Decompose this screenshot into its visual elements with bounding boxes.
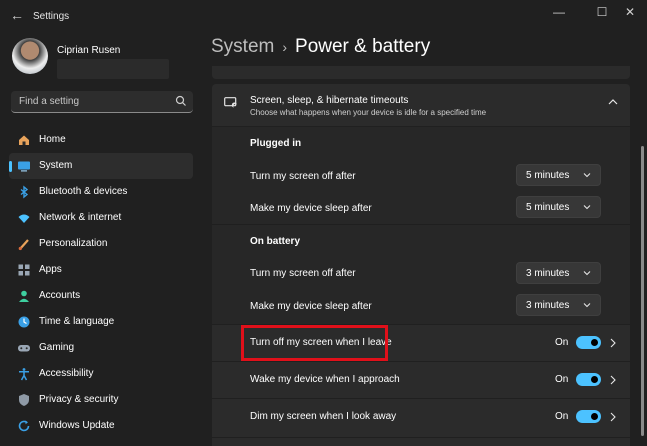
- update-icon: [18, 420, 30, 432]
- search-input[interactable]: Find a setting: [11, 91, 193, 113]
- sidebar-item-gaming[interactable]: Gaming: [9, 335, 193, 361]
- dropdown-value: 3 minutes: [526, 268, 570, 279]
- apps-icon: [18, 264, 30, 276]
- sidebar-item-label: Gaming: [39, 342, 75, 353]
- sidebar-item-apps[interactable]: Apps: [9, 257, 193, 283]
- chevron-down-icon: [583, 303, 591, 308]
- chevron-up-icon[interactable]: [608, 98, 618, 106]
- bluetooth-icon: [20, 185, 29, 199]
- battery-sleep-dropdown[interactable]: 3 minutes: [516, 294, 601, 316]
- brush-icon: [18, 239, 29, 251]
- sidebar-item-label: Home: [39, 134, 66, 145]
- toggle-knob: [591, 376, 598, 383]
- sidebar-item-home[interactable]: Home: [9, 127, 193, 153]
- search-placeholder: Find a setting: [19, 96, 80, 107]
- plugged-sleep-label: Make my device sleep after: [250, 203, 372, 214]
- plugged-screen-off-dropdown[interactable]: 5 minutes: [516, 164, 601, 186]
- window-title: Settings: [33, 11, 70, 22]
- plugged-in-heading: Plugged in: [250, 138, 302, 149]
- toggle-state: On: [555, 374, 569, 385]
- close-button[interactable]: ✕: [617, 4, 643, 20]
- battery-screen-off-label: Turn my screen off after: [250, 268, 356, 279]
- accounts-icon: [19, 290, 29, 302]
- chevron-right-icon[interactable]: [610, 375, 616, 385]
- sidebar-item-label: Time & language: [39, 316, 115, 327]
- settings-content: Screen, sleep, & hibernate timeouts Choo…: [212, 66, 630, 446]
- sidebar-item-label: Personalization: [39, 238, 108, 249]
- accessibility-icon: [19, 368, 29, 381]
- screen-off-toggle[interactable]: [576, 336, 601, 349]
- plugged-screen-off-label: Turn my screen off after: [250, 171, 356, 182]
- dropdown-value: 3 minutes: [526, 300, 570, 311]
- user-name: Ciprian Rusen: [57, 45, 121, 56]
- divider: [212, 224, 630, 225]
- breadcrumb-parent[interactable]: System: [211, 36, 274, 57]
- section-header[interactable]: Screen, sleep, & hibernate timeouts Choo…: [212, 84, 630, 126]
- sidebar-item-label: Apps: [39, 264, 62, 275]
- dropdown-value: 5 minutes: [526, 202, 570, 213]
- sidebar-item-label: Accounts: [39, 290, 81, 301]
- wifi-icon: [18, 214, 30, 223]
- sidebar-nav: Home System Bluetooth & devices Network …: [9, 127, 193, 439]
- page-title: Power & battery: [295, 36, 431, 57]
- gamepad-icon: [18, 345, 30, 352]
- breadcrumb-separator: ›: [282, 39, 288, 55]
- sidebar-item-accounts[interactable]: Accounts: [9, 283, 193, 309]
- sidebar-item-label: Bluetooth & devices: [39, 186, 128, 197]
- sidebar-item-windows-update[interactable]: Windows Update: [9, 413, 193, 439]
- on-battery-heading: On battery: [250, 236, 301, 247]
- sidebar-item-network[interactable]: Network & internet: [9, 205, 193, 231]
- presence-wake-label: Wake my device when I approach: [250, 374, 400, 385]
- presence-row-dim[interactable]: Dim my screen when I look away On: [212, 399, 630, 437]
- battery-screen-off-dropdown[interactable]: 3 minutes: [516, 262, 601, 284]
- sidebar-item-label: Network & internet: [39, 212, 122, 223]
- previous-card: [212, 66, 630, 79]
- avatar[interactable]: [12, 38, 48, 74]
- chevron-down-icon: [583, 271, 591, 276]
- wake-toggle[interactable]: [576, 373, 601, 386]
- toggle-state: On: [555, 337, 569, 348]
- title-bar: ← Settings — ☐ ✕: [0, 0, 647, 32]
- system-icon: [18, 161, 30, 172]
- toggle-state: On: [555, 411, 569, 422]
- sidebar-item-label: System: [39, 160, 73, 171]
- search-icon[interactable]: [175, 95, 187, 107]
- section-title: Screen, sleep, & hibernate timeouts: [250, 95, 409, 106]
- sidebar-item-label: Windows Update: [39, 420, 115, 431]
- sidebar-item-personalization[interactable]: Personalization: [9, 231, 193, 257]
- toggle-knob: [591, 413, 598, 420]
- sidebar-item-system[interactable]: System: [9, 153, 193, 179]
- chevron-down-icon: [583, 173, 591, 178]
- user-email-redacted: [57, 59, 169, 79]
- home-icon: [19, 135, 29, 145]
- screen-sleep-icon: [224, 97, 237, 108]
- next-card: [212, 438, 630, 446]
- maximize-button[interactable]: ☐: [589, 4, 615, 20]
- highlight-box: [241, 325, 388, 361]
- sidebar-item-accessibility[interactable]: Accessibility: [9, 361, 193, 387]
- dim-toggle[interactable]: [576, 410, 601, 423]
- dropdown-value: 5 minutes: [526, 170, 570, 181]
- sidebar-item-label: Accessibility: [39, 368, 94, 379]
- chevron-right-icon[interactable]: [610, 412, 616, 422]
- globe-clock-icon: [18, 316, 30, 328]
- plugged-sleep-dropdown[interactable]: 5 minutes: [516, 196, 601, 218]
- presence-row-wake[interactable]: Wake my device when I approach On: [212, 362, 630, 398]
- battery-sleep-label: Make my device sleep after: [250, 301, 372, 312]
- sidebar-item-bluetooth[interactable]: Bluetooth & devices: [9, 179, 193, 205]
- scrollbar[interactable]: [641, 146, 644, 436]
- back-arrow-icon[interactable]: ←: [8, 6, 26, 24]
- breadcrumb: System › Power & battery: [211, 36, 430, 58]
- chevron-down-icon: [583, 205, 591, 210]
- presence-dim-label: Dim my screen when I look away: [250, 411, 397, 422]
- shield-icon: [19, 394, 29, 406]
- minimize-button[interactable]: —: [546, 4, 572, 20]
- sidebar-item-privacy-security[interactable]: Privacy & security: [9, 387, 193, 413]
- section-body: Plugged in Turn my screen off after 5 mi…: [212, 127, 630, 324]
- sidebar-item-time-language[interactable]: Time & language: [9, 309, 193, 335]
- chevron-right-icon[interactable]: [610, 338, 616, 348]
- section-description: Choose what happens when your device is …: [250, 108, 487, 117]
- sidebar-item-label: Privacy & security: [39, 394, 119, 405]
- toggle-knob: [591, 339, 598, 346]
